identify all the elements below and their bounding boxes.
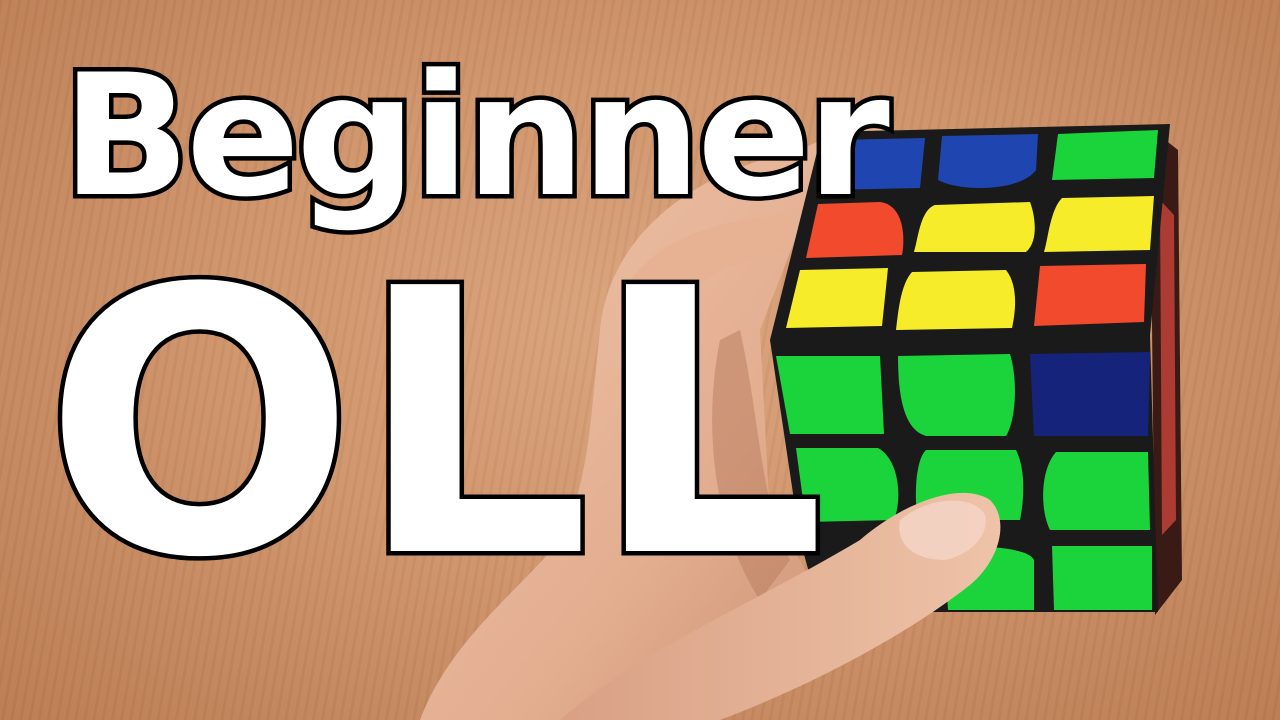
sticker bbox=[898, 354, 1015, 436]
sticker bbox=[1044, 196, 1154, 252]
sticker bbox=[914, 202, 1035, 252]
title-line-1: Beginner bbox=[58, 38, 895, 234]
sticker bbox=[1052, 130, 1158, 180]
title-line-2: OLL bbox=[40, 212, 831, 638]
thumbnail-canvas: Beginner OLL bbox=[0, 0, 1280, 720]
sticker bbox=[1034, 264, 1146, 326]
sticker bbox=[1052, 546, 1152, 610]
cube-side-red-sliver bbox=[1160, 200, 1176, 535]
sticker bbox=[1030, 352, 1150, 436]
sticker bbox=[1043, 452, 1150, 530]
sticker bbox=[896, 270, 1016, 330]
sticker bbox=[938, 134, 1038, 189]
